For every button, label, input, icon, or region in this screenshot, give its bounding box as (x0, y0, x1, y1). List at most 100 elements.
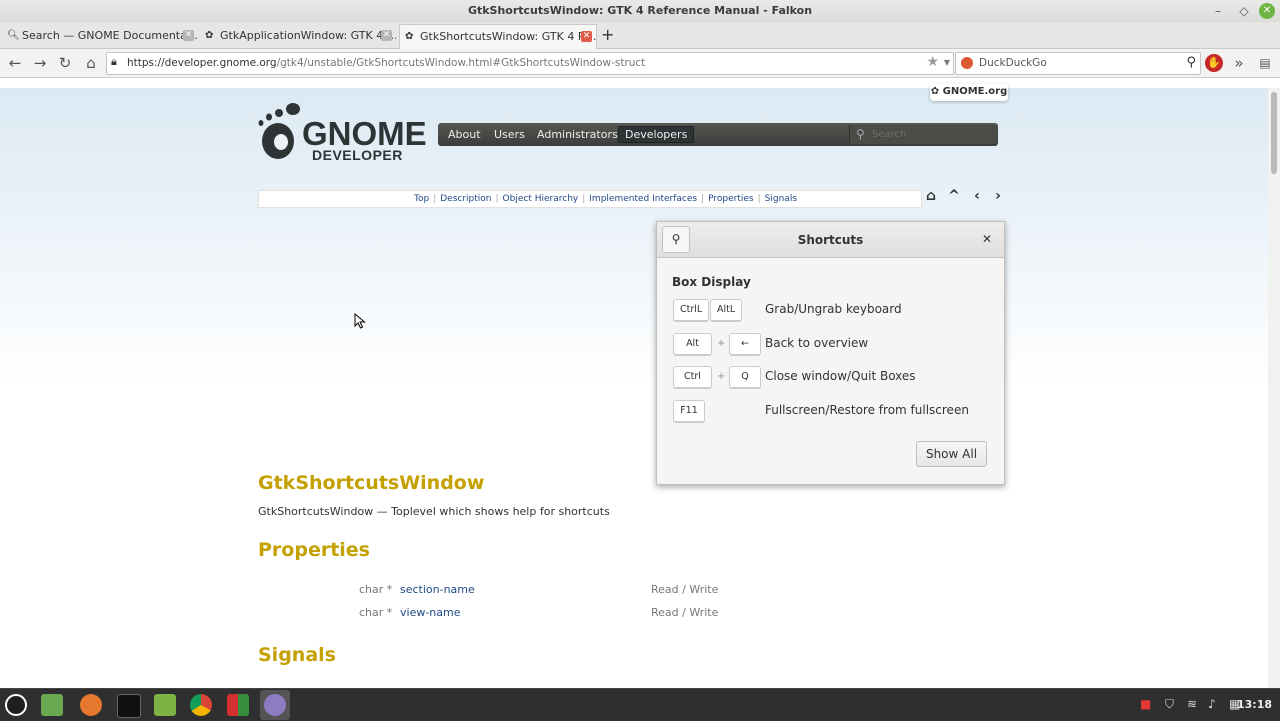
mint-menu-icon[interactable] (5, 694, 27, 716)
clock[interactable]: 13:18 (1237, 698, 1272, 711)
property-link-view-name[interactable]: view-name (400, 606, 461, 619)
gnome-developer-logo[interactable]: GNOME DEVELOPER (253, 103, 433, 165)
keycap: AltL (710, 299, 743, 322)
nav-item-developers[interactable]: Developers (618, 126, 695, 143)
show-all-button[interactable]: Show All (916, 441, 987, 467)
show-desktop-icon[interactable] (41, 694, 63, 716)
home-button[interactable]: ⌂ (82, 54, 100, 72)
gnome-foot-icon: ✿ (405, 31, 414, 42)
navigation-bar: ← → ↻ ⌂ 🔒︎ https://developer.gnome.org/g… (0, 49, 1280, 78)
gnome-org-badge[interactable]: ✿ GNOME.org (930, 84, 1008, 101)
gnome-org-label: GNOME.org (942, 86, 1008, 97)
close-tab-icon[interactable]: ✕ (183, 30, 194, 41)
separator: | (433, 194, 437, 204)
new-tab-button[interactable]: + (601, 25, 614, 44)
property-access: Read / Write (651, 606, 718, 619)
terminal-icon[interactable] (117, 694, 141, 718)
bookmark-star-icon[interactable]: ★ (926, 54, 939, 70)
maximize-button[interactable]: ◇ (1236, 3, 1252, 19)
home-icon[interactable]: ⌂ (923, 188, 939, 204)
tab-label: GtkShortcutsWindow: GTK 4 R… (420, 30, 597, 43)
shortcut-title: Close window/Quit Boxes (765, 369, 916, 383)
site-search-input[interactable]: ⚲ Search (849, 125, 997, 144)
extensions-chevron-icon[interactable]: » (1230, 54, 1248, 72)
url-text: https://developer.gnome.org/gtk4/unstabl… (127, 57, 645, 69)
page-scrollbar[interactable] (1268, 88, 1280, 688)
nav-item-administrators[interactable]: Administrators (537, 128, 618, 141)
tab-bar: 🔍︎ Search — GNOME Documenta… ✕ ✿ GtkAppl… (0, 22, 1280, 49)
section-link-properties[interactable]: Properties (708, 194, 753, 204)
minimize-button[interactable]: – (1210, 3, 1226, 19)
shortcuts-header: ⚲ Shortcuts ✕ (657, 222, 1004, 258)
window-titlebar: GtkShortcutsWindow: GTK 4 Reference Manu… (0, 0, 1280, 23)
volume-icon[interactable]: ♪ (1208, 697, 1216, 711)
key-joiner: + (717, 338, 726, 349)
separator: | (701, 194, 705, 204)
search-icon[interactable]: ⚲ (1186, 55, 1196, 70)
falkon-taskbar-button[interactable] (260, 690, 290, 720)
shield-icon[interactable]: ⛉ (1165, 697, 1174, 712)
close-tab-icon[interactable]: ✕ (581, 31, 592, 42)
menu-icon[interactable]: ▤ (1256, 54, 1274, 72)
gnome-foot-icon (258, 103, 300, 159)
up-arrow-icon[interactable]: ^ (946, 188, 962, 204)
keycap: Alt (673, 333, 712, 356)
tab-gtkapplicationwindow[interactable]: ✿ GtkApplicationWindow: GTK 4 … ✕ (200, 24, 396, 48)
window-title: GtkShortcutsWindow: GTK 4 Reference Manu… (467, 4, 813, 17)
wifi-icon[interactable]: ≋ (1187, 697, 1197, 711)
search-icon: ⚲ (856, 127, 865, 141)
chevron-down-icon[interactable]: ▼ (944, 58, 950, 67)
shortcuts-close-button[interactable]: ✕ (982, 232, 992, 246)
section-link-signals[interactable]: Signals (765, 194, 797, 204)
signals-heading: Signals (258, 644, 336, 666)
section-navigation: Top | Description | Object Hierarchy | Impleme… (258, 190, 922, 208)
ref-purpose: GtkShortcutsWindow — Toplevel which show… (258, 505, 610, 518)
web-search-placeholder: DuckDuckGo (979, 57, 1047, 69)
shortcuts-title: Shortcuts (797, 233, 864, 247)
chrome-icon[interactable] (190, 694, 212, 716)
reload-button[interactable]: ↻ (56, 54, 74, 72)
adblock-icon[interactable]: ✋ (1205, 54, 1223, 72)
page-title: GtkShortcutsWindow (258, 472, 485, 494)
separator: | (582, 194, 586, 204)
close-window-button[interactable]: ✕ (1259, 3, 1275, 19)
site-main-nav: About Users Administrators Developers ⚲ … (438, 123, 998, 146)
section-link-implemented-interfaces[interactable]: Implemented Interfaces (589, 194, 697, 204)
property-link-section-name[interactable]: section-name (400, 583, 475, 596)
nav-item-about[interactable]: About (448, 128, 481, 141)
properties-heading: Properties (258, 539, 370, 561)
close-tab-icon[interactable]: ✕ (381, 30, 392, 41)
back-button[interactable]: ← (6, 54, 24, 72)
tab-gtkshortcutswindow[interactable]: ✿ GtkShortcutsWindow: GTK 4 R… ✕ (399, 24, 597, 49)
shortcut-group-title: Box Display (672, 275, 751, 289)
section-link-top[interactable]: Top (414, 194, 429, 204)
page-content (0, 88, 1268, 688)
firefox-icon[interactable] (80, 694, 102, 716)
logo-word-developer: DEVELOPER (312, 147, 403, 163)
previous-arrow-icon[interactable]: ‹ (969, 188, 985, 204)
address-bar[interactable]: 🔒︎ https://developer.gnome.org/gtk4/unst… (106, 52, 954, 75)
nav-item-users[interactable]: Users (494, 128, 525, 141)
keycap: ← (729, 333, 761, 356)
tab-label: GtkApplicationWindow: GTK 4 … (220, 29, 396, 42)
files-icon[interactable] (154, 694, 176, 716)
property-name[interactable]: view-name (400, 606, 461, 619)
app-icon[interactable] (227, 694, 249, 716)
section-link-description[interactable]: Description (440, 194, 491, 204)
tab-search[interactable]: 🔍︎ Search — GNOME Documenta… ✕ (2, 24, 198, 48)
recording-icon[interactable]: ■ (1140, 697, 1151, 711)
section-link-object-hierarchy[interactable]: Object Hierarchy (503, 194, 579, 204)
scrollbar-thumb[interactable] (1271, 92, 1277, 174)
property-name[interactable]: section-name (400, 583, 475, 596)
separator: | (757, 194, 761, 204)
forward-button[interactable]: → (31, 54, 49, 72)
property-type: char * (359, 606, 392, 619)
mouse-cursor-icon (354, 313, 366, 329)
keycap: CtrlL (673, 299, 710, 322)
url-path: /gtk4/unstable/GtkShortcutsWindow.html#G… (276, 57, 646, 69)
next-arrow-icon[interactable]: › (990, 188, 1006, 204)
property-access-text: Read / Write (651, 606, 719, 619)
web-search-box[interactable]: DuckDuckGo ⚲ (955, 52, 1201, 75)
property-access: Read / Write (651, 583, 718, 596)
shortcuts-window: ⚲ Shortcuts ✕ Box Display CtrlL AltL Gra… (656, 221, 1005, 485)
